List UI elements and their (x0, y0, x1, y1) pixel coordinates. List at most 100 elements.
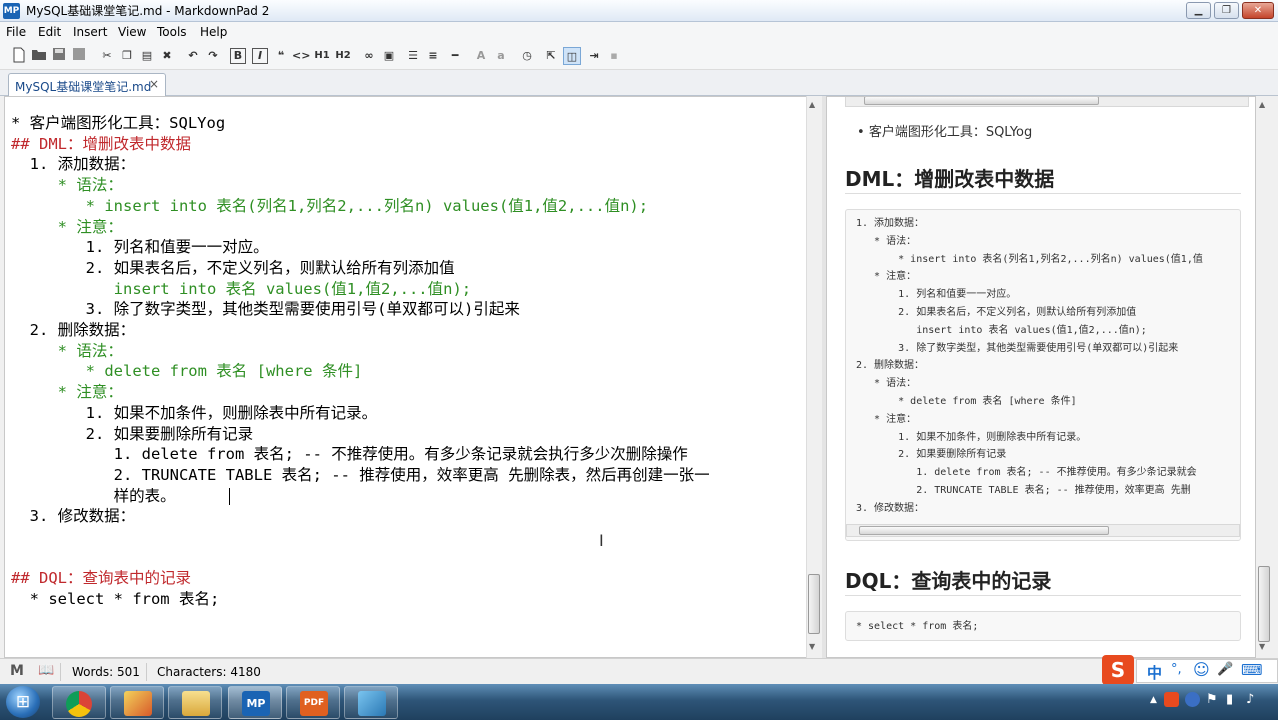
menu-file[interactable]: File (6, 25, 26, 39)
minimize-button[interactable]: ▁ (1186, 2, 1211, 19)
pdf-icon: PDF (300, 691, 328, 716)
h1-button[interactable]: H1 (313, 47, 331, 65)
font-increase-button[interactable]: A (472, 47, 490, 65)
ime-punct-icon[interactable]: °, (1171, 662, 1182, 677)
preview-code-block: 1. 添加数据： * 语法： * insert into 表名(列名1,列名2,… (845, 209, 1241, 541)
timestamp-icon[interactable]: ◷ (518, 47, 536, 65)
editor-line: * delete from 表名 [where 条件] (11, 362, 363, 381)
taskbar-markdownpad[interactable]: MP (228, 686, 282, 719)
preview-scroll-thumb[interactable] (1258, 566, 1270, 642)
tray-network-icon[interactable]: ▮ (1226, 692, 1233, 707)
code-hscroll[interactable] (846, 524, 1240, 537)
font-decrease-button[interactable]: a (492, 47, 510, 65)
tab-close-icon[interactable]: × (149, 77, 159, 91)
menu-edit[interactable]: Edit (38, 25, 61, 39)
ime-emoji-icon[interactable]: ☺ (1193, 660, 1210, 679)
tray-expand-icon[interactable]: ▲ (1150, 695, 1157, 705)
tray-flag-icon[interactable]: ⚑ (1206, 692, 1218, 707)
paint-icon (124, 691, 152, 716)
taskbar-paint[interactable] (110, 686, 164, 719)
delete-icon[interactable]: ✖ (158, 47, 176, 65)
open-folder-icon[interactable] (30, 47, 48, 65)
export-icon[interactable]: ⇥ (585, 47, 603, 65)
save-all-icon[interactable] (70, 47, 88, 65)
markdownpad-icon: MP (242, 691, 270, 716)
italic-button[interactable]: I (252, 48, 268, 64)
maximize-button[interactable]: ❐ (1214, 2, 1239, 19)
menu-tools[interactable]: Tools (157, 25, 187, 39)
h2-button[interactable]: H2 (334, 47, 352, 65)
ime-lang-toggle[interactable]: 中 (1147, 662, 1162, 683)
horizontal-rule-icon[interactable]: ━ (446, 47, 464, 65)
preview-top-hscroll[interactable] (845, 97, 1249, 107)
preview-bullet-text: 客户端图形化工具：SQLYog (868, 125, 1033, 140)
scroll-down-icon[interactable]: ▼ (1259, 642, 1265, 651)
preview-dql-code: * select * from 表名; (845, 611, 1241, 641)
taskbar-mysql[interactable] (344, 686, 398, 719)
taskbar-explorer[interactable] (168, 686, 222, 719)
code-hscroll-thumb[interactable] (859, 526, 1109, 535)
markdown-editor[interactable]: * 客户端图形化工具：SQLYog ## DML：增删改表中数据 1. 添加数据：… (4, 96, 807, 658)
editor-line: * 语法： (11, 176, 123, 195)
undo-icon[interactable]: ↶ (184, 47, 202, 65)
preview-toggle-icon[interactable]: ◫ (563, 47, 581, 65)
code-line: insert into 表名 values(值1,值2,...值n); (856, 324, 1147, 336)
menu-insert[interactable]: Insert (73, 25, 107, 39)
menu-help[interactable]: Help (200, 25, 227, 39)
editor-line: * select * from 表名; (11, 590, 220, 609)
bold-button[interactable]: B (230, 48, 246, 64)
redo-icon[interactable]: ↷ (204, 47, 222, 65)
editor-line: 2. 如果要删除所有记录 (11, 424, 254, 443)
new-file-icon[interactable] (10, 47, 28, 65)
tab-strip: MySQL基础课堂笔记.md × (0, 70, 1278, 96)
editor-scrollbar[interactable]: ▲ ▼ (806, 96, 822, 658)
document-tab[interactable]: MySQL基础课堂笔记.md × (8, 73, 166, 96)
sync-scroll-icon[interactable]: ⇱ (542, 47, 560, 65)
save-icon[interactable] (50, 47, 68, 65)
code-line: * 注意： (856, 413, 917, 425)
link-icon[interactable]: ∞ (360, 47, 378, 65)
code-button[interactable]: <> (292, 47, 310, 65)
close-button[interactable]: ✕ (1242, 2, 1274, 19)
menu-view[interactable]: View (118, 25, 146, 39)
book-icon[interactable]: 📖 (38, 663, 54, 678)
editor-line: ## DML：增删改表中数据 (11, 134, 191, 153)
tray-help-icon[interactable] (1185, 692, 1200, 707)
chrome-icon (66, 691, 92, 717)
code-line: * delete from 表名 [where 条件] (856, 396, 1077, 407)
scroll-up-icon[interactable]: ▲ (1259, 100, 1265, 109)
preview-scrollbar[interactable]: ▲ ▼ (1256, 96, 1272, 658)
cut-icon[interactable]: ✂ (98, 47, 116, 65)
start-button[interactable]: ⊞ (6, 686, 40, 718)
editor-line: 1. 如果不加条件，则删除表中所有记录。 (11, 403, 378, 422)
word-count: Words: 501 (72, 665, 140, 679)
status-bar: M 📖 Words: 501 Characters: 4180 S 中 °, ☺… (0, 655, 1278, 685)
dolphin-icon (358, 691, 386, 716)
copy-icon[interactable]: ❐ (118, 47, 136, 65)
sogou-ime-icon[interactable]: S (1102, 655, 1134, 685)
toolbar-overflow-icon[interactable]: ▪ (605, 47, 623, 65)
tray-sogou-icon[interactable] (1164, 692, 1179, 707)
paste-icon[interactable]: ▤ (138, 47, 156, 65)
tray-speaker-icon[interactable]: ♪ (1246, 692, 1254, 707)
ime-voice-icon[interactable]: 🎤 (1217, 662, 1233, 677)
status-divider (60, 663, 61, 681)
scroll-up-icon[interactable]: ▲ (809, 100, 815, 109)
markdownpad-logo-icon: MP (3, 3, 20, 19)
code-line: 3. 修改数据： (856, 502, 925, 514)
bullet-list-icon[interactable]: ☰ (404, 47, 422, 65)
ime-keyboard-icon[interactable]: ⌨ (1241, 661, 1263, 679)
editor-line: 1. 列名和值要一一对应。 (11, 238, 269, 257)
scroll-down-icon[interactable]: ▼ (809, 642, 815, 651)
quote-button[interactable]: ❝ (272, 47, 290, 65)
preview-top-hscroll-thumb[interactable] (864, 97, 1099, 105)
markdown-icon[interactable]: M (10, 663, 24, 679)
editor-line: * 注意： (11, 217, 123, 236)
taskbar-pdf[interactable]: PDF (286, 686, 340, 719)
numbered-list-icon[interactable]: ≡ (424, 47, 442, 65)
editor-line: 3. 除了数字类型，其他类型需要使用引号(单双都可以)引起来 (11, 300, 520, 319)
editor-line: * insert into 表名(列名1,列名2,...列名n) values(… (11, 196, 649, 215)
editor-scroll-thumb[interactable] (808, 574, 820, 634)
image-icon[interactable]: ▣ (380, 47, 398, 65)
taskbar-chrome[interactable] (52, 686, 106, 719)
